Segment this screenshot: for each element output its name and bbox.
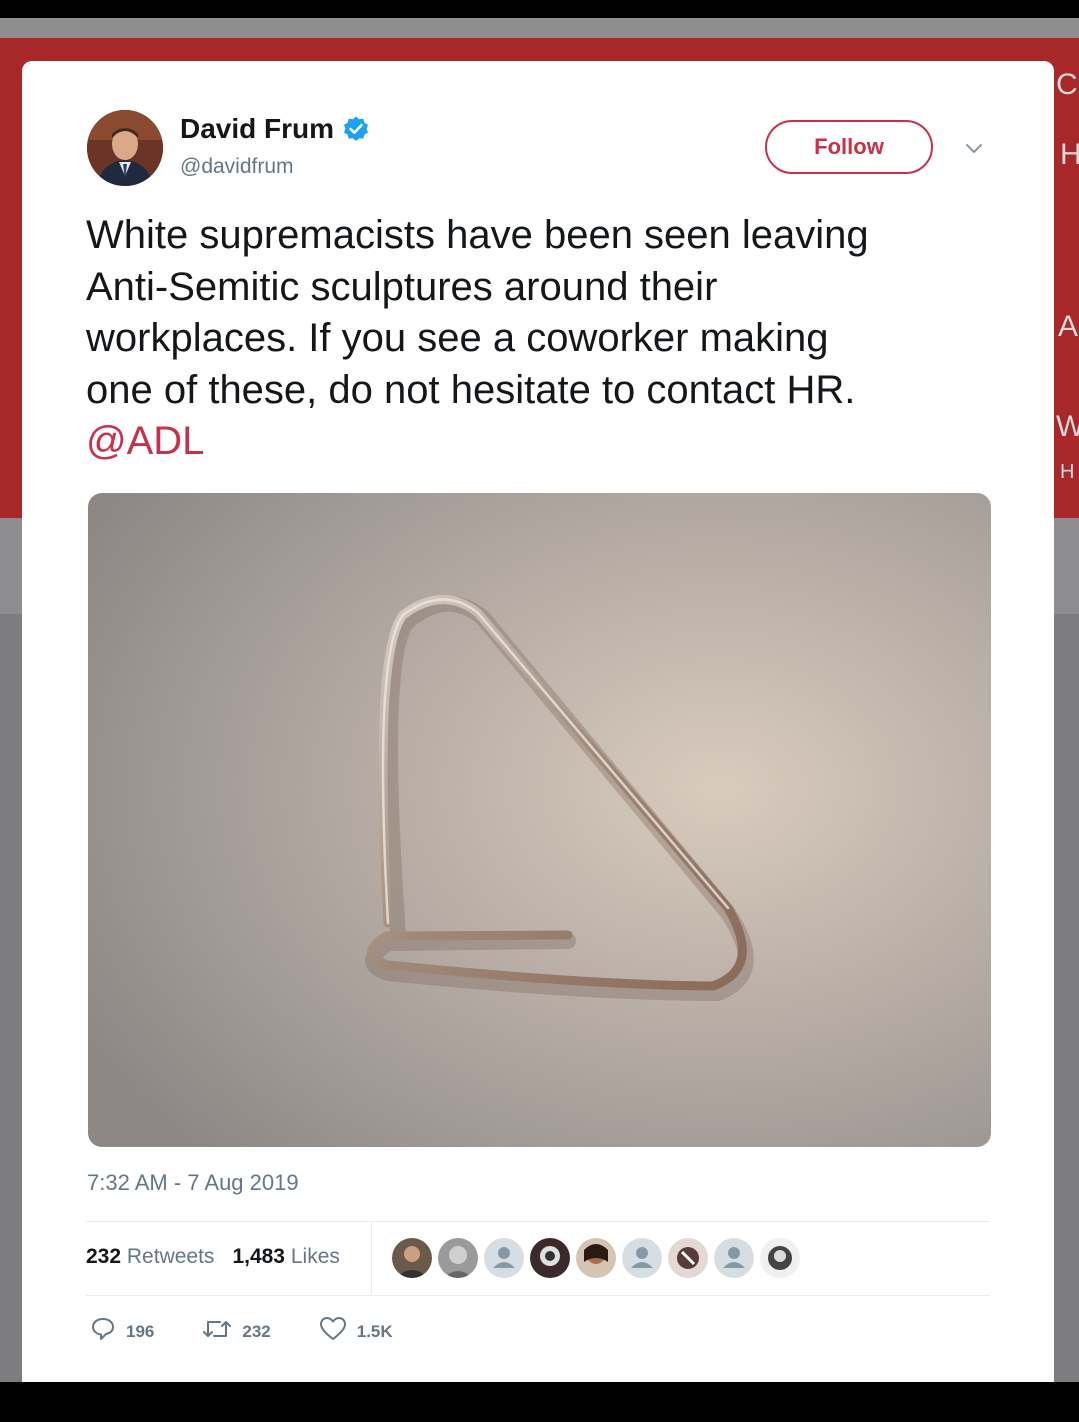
liker-avatar[interactable] xyxy=(438,1238,478,1278)
reply-action[interactable]: 196 xyxy=(90,1316,154,1347)
avatar-photo xyxy=(87,110,163,186)
avatar[interactable] xyxy=(87,110,163,186)
reply-icon xyxy=(90,1316,116,1347)
background-edge-letter: W xyxy=(1056,410,1079,443)
top-black-bar xyxy=(0,0,1079,18)
author-handle[interactable]: @davidfrum xyxy=(180,155,294,179)
tweet-actions: 196 232 1.5K xyxy=(90,1316,441,1347)
follow-button[interactable]: Follow xyxy=(765,120,933,174)
bottom-black-bar xyxy=(0,1382,1079,1422)
paperclip-photo xyxy=(88,493,991,1147)
stats-separator xyxy=(371,1222,372,1294)
tweet-timestamp[interactable]: 7:32 AM - 7 Aug 2019 xyxy=(87,1170,299,1196)
likes-stat[interactable]: 1,483 Likes xyxy=(232,1245,339,1269)
liker-avatar[interactable] xyxy=(530,1238,570,1278)
liker-avatar[interactable] xyxy=(668,1238,708,1278)
tweet-text-line: Anti-Semitic sculptures around their xyxy=(86,264,718,309)
liker-avatar[interactable] xyxy=(714,1238,754,1278)
tweet-photo[interactable] xyxy=(88,493,991,1147)
liker-avatar[interactable] xyxy=(484,1238,524,1278)
tweet-text-line: White supremacists have been seen leavin… xyxy=(86,213,869,257)
tweet-text: White supremacists have been seen leavin… xyxy=(86,210,986,468)
liker-avatar[interactable] xyxy=(622,1238,662,1278)
likes-label: Likes xyxy=(290,1245,340,1268)
tweet-text-line: workplaces. If you see a coworker making xyxy=(86,316,829,360)
mention-link[interactable]: @ADL xyxy=(86,416,986,468)
divider xyxy=(86,1221,990,1222)
background-edge-letter: C xyxy=(1056,68,1078,101)
retweets-stat[interactable]: 232 Retweets xyxy=(86,1245,214,1269)
reply-count: 196 xyxy=(126,1321,155,1341)
background-band xyxy=(0,18,1079,38)
retweets-label: Retweets xyxy=(126,1245,215,1268)
like-count: 1.5K xyxy=(356,1321,393,1341)
background-edge-letter: A xyxy=(1058,310,1079,343)
chevron-down-icon[interactable] xyxy=(962,136,986,160)
likes-count: 1,483 xyxy=(232,1245,285,1268)
author-name[interactable]: David Frum xyxy=(180,113,334,145)
like-action[interactable]: 1.5K xyxy=(319,1316,393,1347)
liker-avatar[interactable] xyxy=(576,1238,616,1278)
liker-avatar[interactable] xyxy=(760,1238,800,1278)
retweet-icon xyxy=(202,1316,232,1347)
verified-badge-icon xyxy=(342,115,370,143)
tweet-stats: 232 Retweets 1,483 Likes xyxy=(86,1240,358,1274)
author-name-row[interactable]: David Frum xyxy=(180,113,370,145)
divider xyxy=(86,1295,990,1296)
liker-avatars xyxy=(392,1238,806,1278)
retweets-count: 232 xyxy=(86,1245,122,1268)
retweet-action[interactable]: 232 xyxy=(202,1316,271,1347)
background-edge-letter: H xyxy=(1060,461,1075,483)
tweet-text-line: one of these, do not hesitate to contact… xyxy=(86,367,856,412)
liker-avatar[interactable] xyxy=(392,1238,432,1278)
background-edge-letter: H xyxy=(1060,138,1079,171)
like-icon xyxy=(319,1316,347,1347)
retweet-count: 232 xyxy=(242,1321,271,1341)
